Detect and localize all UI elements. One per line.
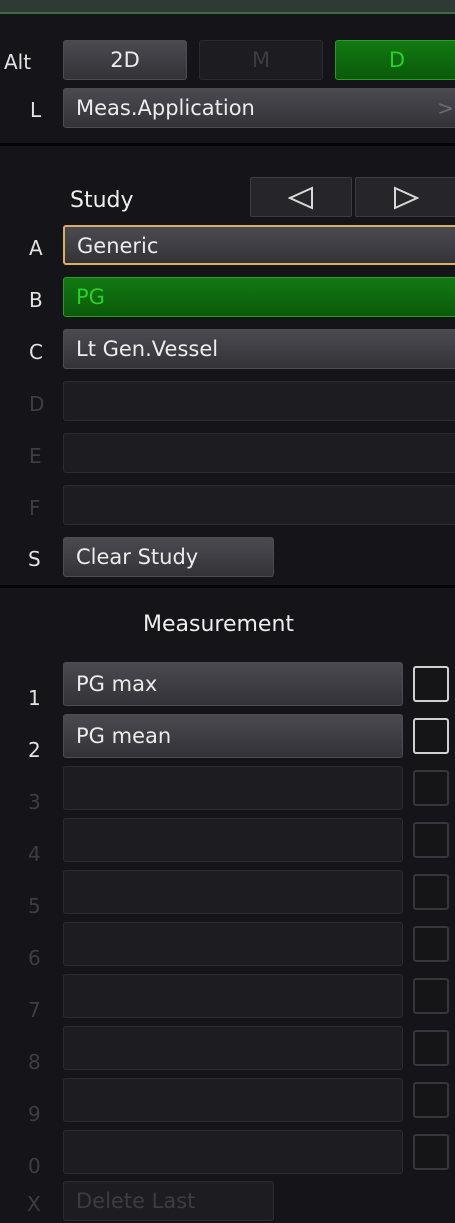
meas-key-3: 3 <box>28 790 41 814</box>
triangle-left-icon <box>287 186 313 210</box>
meas-9-checkbox[interactable] <box>413 1082 449 1118</box>
study-next-button[interactable] <box>355 177 455 217</box>
study-lt-gen-vessel-button[interactable]: Lt Gen.Vessel <box>63 329 455 369</box>
study-prev-button[interactable] <box>250 177 352 217</box>
meas-pg-max-button[interactable]: PG max <box>63 662 403 706</box>
meas-pg-mean-button[interactable]: PG mean <box>63 714 403 758</box>
meas-1-checkbox[interactable] <box>413 666 449 702</box>
meas-slot-5-button[interactable] <box>63 870 403 914</box>
clear-study-button[interactable]: Clear Study <box>63 537 274 577</box>
meas-slot-6-button[interactable] <box>63 922 403 966</box>
triangle-right-icon <box>394 186 420 210</box>
meas-key-4: 4 <box>28 842 41 866</box>
meas-key-6: 6 <box>28 946 41 970</box>
study-slot-e-button[interactable] <box>63 433 455 473</box>
meas-3-checkbox[interactable] <box>413 770 449 806</box>
meas-slot-4-button[interactable] <box>63 818 403 862</box>
meas-key-1: 1 <box>28 686 41 710</box>
meas-application-button[interactable]: Meas.Application > <box>63 88 455 128</box>
mode-m-button[interactable]: M <box>199 40 323 80</box>
meas-application-label: Meas.Application <box>76 96 255 120</box>
meas-6-checkbox[interactable] <box>413 926 449 962</box>
meas-2-checkbox[interactable] <box>413 718 449 754</box>
meas-0-checkbox[interactable] <box>413 1134 449 1170</box>
clear-study-key: S <box>28 547 41 571</box>
study-slot-d-button[interactable] <box>63 381 455 421</box>
meas-7-checkbox[interactable] <box>413 978 449 1014</box>
meas-8-checkbox[interactable] <box>413 1030 449 1066</box>
study-key-e: E <box>29 444 42 468</box>
study-key-b: B <box>29 288 43 312</box>
meas-slot-9-button[interactable] <box>63 1078 403 1122</box>
measurement-heading: Measurement <box>143 612 295 637</box>
meas-key-8: 8 <box>28 1050 41 1074</box>
study-generic-button[interactable]: Generic <box>63 225 455 265</box>
delete-last-key: X <box>27 1192 41 1216</box>
delete-last-button[interactable]: Delete Last <box>63 1181 274 1221</box>
meas-5-checkbox[interactable] <box>413 874 449 910</box>
study-heading: Study <box>70 188 134 213</box>
section-divider <box>0 585 455 588</box>
app-key-label: L <box>30 98 42 122</box>
meas-slot-3-button[interactable] <box>63 766 403 810</box>
study-key-c: C <box>29 340 43 364</box>
study-key-f: F <box>29 496 41 520</box>
meas-key-9: 9 <box>28 1102 41 1126</box>
meas-slot-0-button[interactable] <box>63 1130 403 1174</box>
meas-key-2: 2 <box>28 738 41 762</box>
meas-4-checkbox[interactable] <box>413 822 449 858</box>
meas-slot-7-button[interactable] <box>63 974 403 1018</box>
study-key-d: D <box>29 392 45 416</box>
meas-key-0: 0 <box>28 1154 41 1178</box>
meas-key-5: 5 <box>28 894 41 918</box>
meas-key-7: 7 <box>28 998 41 1022</box>
meas-slot-8-button[interactable] <box>63 1026 403 1070</box>
study-slot-f-button[interactable] <box>63 485 455 525</box>
mode-2d-button[interactable]: 2D <box>63 40 187 80</box>
study-pg-button[interactable]: PG <box>63 277 455 317</box>
section-divider <box>0 143 455 146</box>
alt-key-label: Alt <box>4 50 32 74</box>
top-bar-accent <box>0 12 455 14</box>
study-key-a: A <box>29 236 43 260</box>
mode-d-button[interactable]: D <box>335 40 455 80</box>
chevron-right-icon: > <box>437 96 454 120</box>
